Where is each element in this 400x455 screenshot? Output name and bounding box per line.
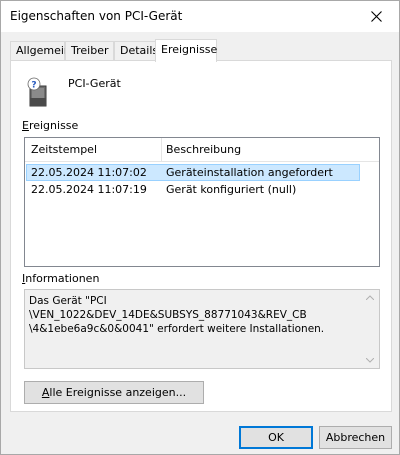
tab-strip: Allgemein Treiber Details Ereignisse (10, 39, 392, 62)
column-separator[interactable] (161, 138, 162, 162)
event-description: Geräteinstallation angefordert (166, 166, 333, 179)
tab-label: Allgemein (16, 44, 71, 57)
column-header-description[interactable]: Beschreibung (166, 143, 241, 156)
event-description: Gerät konfiguriert (null) (166, 183, 297, 196)
tab-label: Details (120, 44, 159, 57)
info-scrollbar[interactable] (362, 290, 379, 368)
scroll-up-icon[interactable] (366, 295, 374, 300)
events-list-header: Zeitstempel Beschreibung (25, 138, 379, 162)
close-icon (370, 11, 382, 22)
events-tab-panel: ? PCI-Gerät Ereignisse Zeitstempel Besch… (10, 60, 392, 412)
svg-text:?: ? (31, 81, 36, 91)
event-row[interactable]: 22.05.2024 11:07:02 Geräteinstallation a… (26, 164, 360, 181)
cancel-button[interactable]: Abbrechen (319, 426, 392, 449)
tab-label: Ereignisse (161, 43, 218, 56)
info-text: Das Gerät "PCI \VEN_1022&DEV_14DE&SUBSYS… (29, 295, 325, 335)
event-timestamp: 22.05.2024 11:07:19 (31, 183, 147, 196)
device-name: PCI-Gerät (68, 77, 121, 90)
show-all-events-button[interactable]: Alle Ereignisse anzeigen... (24, 381, 204, 404)
event-row[interactable]: 22.05.2024 11:07:19 Gerät konfiguriert (… (26, 182, 360, 199)
tab-ereignisse[interactable]: Ereignisse (155, 39, 217, 62)
title-bar: Eigenschaften von PCI-Gerät (1, 1, 399, 32)
scroll-down-icon[interactable] (366, 358, 374, 363)
info-group-label: Informationen (22, 272, 100, 285)
event-timestamp: 22.05.2024 11:07:02 (31, 166, 147, 179)
unknown-device-icon: ? (27, 77, 47, 107)
ok-button[interactable]: OK (239, 426, 313, 449)
events-group-label: Ereignisse (22, 119, 79, 132)
column-header-timestamp[interactable]: Zeitstempel (31, 143, 97, 156)
properties-dialog: Eigenschaften von PCI-Gerät Allgemein Tr… (0, 0, 400, 455)
events-list[interactable]: Zeitstempel Beschreibung 22.05.2024 11:0… (24, 137, 380, 267)
close-button[interactable] (353, 1, 399, 32)
tab-label: Treiber (71, 44, 109, 57)
window-title: Eigenschaften von PCI-Gerät (10, 9, 183, 23)
tab-treiber[interactable]: Treiber (65, 41, 114, 61)
tab-details[interactable]: Details (114, 41, 159, 61)
info-textbox[interactable]: Das Gerät "PCI \VEN_1022&DEV_14DE&SUBSYS… (24, 289, 380, 369)
tab-allgemein[interactable]: Allgemein (10, 41, 71, 61)
